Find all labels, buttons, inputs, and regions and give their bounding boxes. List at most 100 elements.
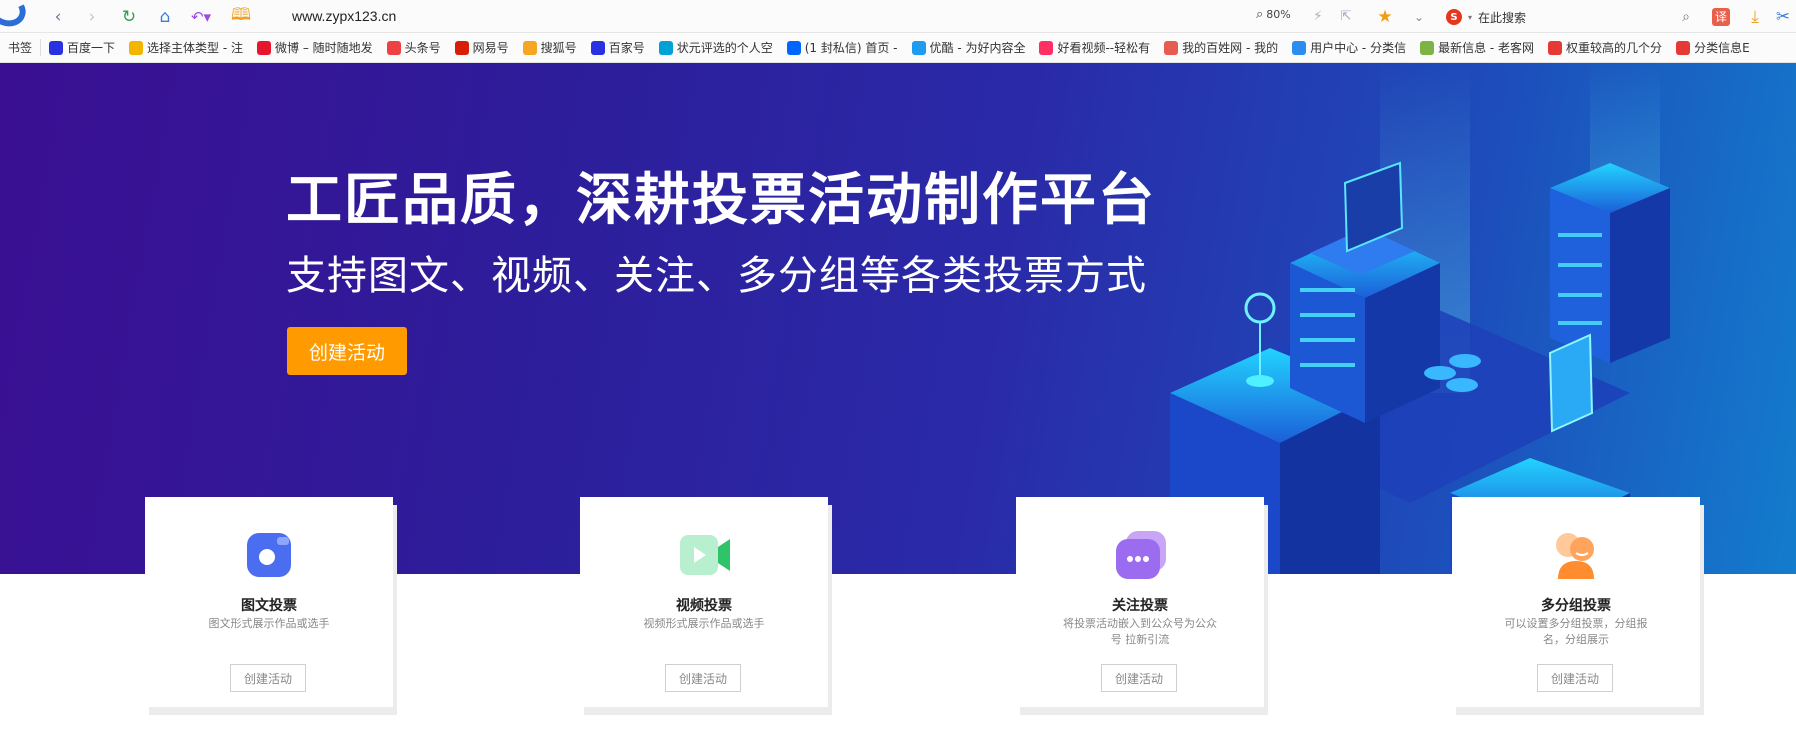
bookmark-item[interactable]: 最新信息 - 老客网 [1420,39,1534,56]
laoke-icon [1420,40,1435,55]
yellow-bell-icon [129,40,144,55]
engine-dropdown-icon[interactable]: ▾ [1468,13,1472,22]
netease-icon [454,40,469,55]
reading-mode-icon[interactable]: 🕮 [230,0,252,33]
bookmark-label: 用户中心 - 分类信 [1310,41,1407,55]
hero-create-activity-button[interactable]: 创建活动 [287,327,407,375]
weibo-icon [257,40,271,55]
bookmark-label: 百家号 [608,41,645,55]
back-icon[interactable]: ‹ [48,0,68,33]
bookmark-label: (1 封私信) 首页 - [804,41,898,55]
card-title: 多分组投票 [1541,598,1611,614]
chevron-down-icon[interactable]: ⌄ [1410,0,1428,33]
youku-icon [911,40,926,55]
search-input[interactable]: 在此搜索 [1478,9,1526,26]
baixing-dots-icon [1164,40,1179,55]
card-follow-vote[interactable]: 关注投票 将投票活动嵌入到公众号为公众号 拉新引流 创建活动 [1016,497,1264,707]
toutiao-icon [386,40,401,55]
undo-close-tab-icon[interactable]: ↶▾ [188,0,214,33]
s-logo-icon [1292,40,1307,55]
translate-button[interactable]: 译 [1710,0,1732,33]
phone-device [1548,333,1594,433]
translate-icon: 译 [1712,7,1730,26]
bookmark-item[interactable]: 头条号 [386,39,441,56]
address-bar[interactable]: www.zypx123.cn [292,8,396,24]
card-video-vote[interactable]: 视频投票 视频形式展示作品或选手 创建活动 [580,497,828,707]
bookmark-label: 网易号 [472,41,509,55]
bookmark-item[interactable]: 权重较高的几个分 [1548,39,1662,56]
bookmarks-heading[interactable]: 书签 [0,39,42,56]
lightning-icon[interactable]: ⚡ [1308,0,1328,33]
bookmark-item[interactable]: 网易号 [454,39,509,56]
zhao-icon [1676,40,1691,55]
disc [1424,366,1456,380]
bookmark-item[interactable]: 状元评选的个人空 [658,39,773,56]
forward-icon[interactable]: › [82,0,102,33]
create-activity-button[interactable]: 创建活动 [665,664,741,692]
chat-bubble-icon [1116,531,1166,579]
bookmark-label: 状元评选的个人空 [676,41,773,55]
bookmark-label: 搜狐号 [540,41,577,55]
bookmark-label: 头条号 [404,41,441,55]
card-image-vote[interactable]: 图文投票 图文形式展示作品或选手 创建活动 [145,497,393,707]
tower-front [1550,188,1610,363]
share-icon[interactable]: ⇱ [1336,0,1356,33]
bookmark-label: 最新信息 - 老客网 [1438,41,1535,55]
magnifier-icon: ⌕ [1256,7,1264,22]
search-icon[interactable]: ⌕ [1676,0,1696,33]
bilibili-tv-icon [658,40,673,55]
scissors-icon[interactable]: ✂ [1772,0,1794,33]
card-description: 图文形式展示作品或选手 [208,617,330,630]
bookmark-label: 权重较高的几个分 [1566,41,1663,55]
bookmark-label: 选择主体类型 - 注 [147,41,243,55]
bookmark-item[interactable]: 用户中心 - 分类信 [1292,39,1406,56]
search-box[interactable]: S ▾ 在此搜索 [1446,7,1696,27]
bookmark-item[interactable]: 百家号 [590,39,645,56]
bookmark-label: 分类信息E [1694,41,1750,55]
zoom-level: 80% [1266,8,1291,21]
zoom-indicator[interactable]: ⌕ 80% [1256,7,1291,22]
bookmark-label: 优酷 - 为好内容全 [929,41,1026,55]
bookmark-item[interactable]: 百度一下 [49,39,115,56]
disc [1446,378,1478,392]
wifi-icon [1244,292,1276,324]
create-activity-button[interactable]: 创建活动 [1101,664,1177,692]
card-description: 视频形式展示作品或选手 [643,617,765,630]
haokan-play-icon [1039,40,1054,55]
wifi-base [1246,375,1274,387]
group-users-icon [1556,533,1594,579]
create-activity-button[interactable]: 创建活动 [1537,664,1613,692]
bookmark-item[interactable]: 我的百姓网 - 我的 [1164,39,1278,56]
video-camera-icon [680,535,730,575]
download-icon[interactable]: ⤓ [1744,0,1766,33]
bookmark-label: 我的百姓网 - 我的 [1182,41,1279,55]
hero-subtitle: 支持图文、视频、关注、多分组等各类投票方式 [286,253,1147,299]
create-activity-button[interactable]: 创建活动 [230,664,306,692]
bookmark-list: 百度一下 选择主体类型 - 注 微博 – 随时随地发 头条号 网易号 搜狐号 百家号 状元评选… [49,39,1764,56]
disc [1449,354,1481,368]
card-title: 关注投票 [1112,598,1168,614]
card-description: 将投票活动嵌入到公众号为公众号 拉新引流 [1063,617,1217,646]
c-logo-icon [1548,40,1563,55]
sogou-search-icon[interactable]: S [1446,9,1462,25]
favorite-star-icon[interactable]: ★ [1374,0,1396,33]
baidu-paw-icon [590,40,605,55]
zhihu-icon [786,40,801,55]
bookmark-item[interactable]: (1 封私信) 首页 - [786,39,898,56]
tower-side [1610,188,1670,363]
card-group-vote[interactable]: 多分组投票 可以设置多分组投票，分组报名，分组展示 创建活动 [1452,497,1700,707]
bookmark-label: 好看视频--轻松有 [1057,41,1151,55]
bookmark-item[interactable]: 微博 – 随时随地发 [257,39,373,56]
bookmark-item[interactable]: 分类信息E [1676,39,1750,56]
bookmark-item[interactable]: 优酷 - 为好内容全 [911,39,1026,56]
card-title: 图文投票 [241,598,297,614]
bookmark-item[interactable]: 选择主体类型 - 注 [129,39,243,56]
bookmark-label: 微博 – 随时随地发 [275,41,373,55]
baidu-paw-icon [49,40,64,55]
reload-icon[interactable]: ↻ [118,0,140,33]
bookmark-item[interactable]: 好看视频--轻松有 [1039,39,1150,56]
sohu-fox-icon [522,40,537,55]
bookmark-item[interactable]: 搜狐号 [522,39,577,56]
home-icon[interactable]: ⌂ [154,0,176,33]
hero-title: 工匠品质，深耕投票活动制作平台 [286,168,1156,233]
